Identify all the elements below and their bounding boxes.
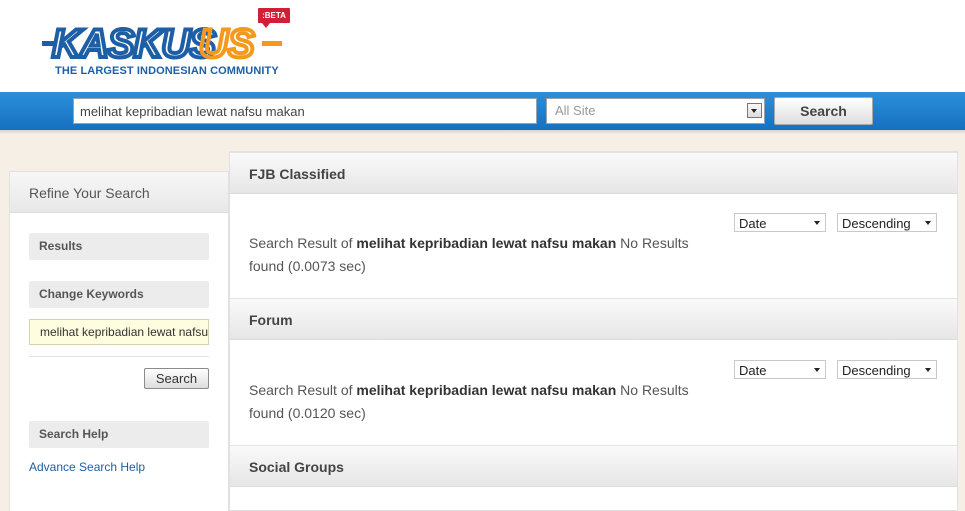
section-header-social-groups: Social Groups — [230, 445, 957, 487]
section-header-fjb: FJB Classified — [230, 152, 957, 194]
fjb-result-text: Search Result of melihat kepribadian lew… — [249, 232, 719, 278]
svg-text:KASKUS: KASKUS — [52, 22, 216, 62]
search-scope-value: All Site — [555, 103, 596, 118]
fjb-sort-order-select[interactable]: Descending — [837, 213, 937, 232]
search-query-input[interactable] — [73, 98, 537, 124]
search-bar: All Site Search — [0, 92, 965, 134]
section-title-social-groups: Social Groups — [249, 459, 344, 475]
forum-sort-by-value: Date — [739, 363, 767, 378]
site-header: KASKUS US :BETA THE LARGEST INDONESIAN C… — [0, 0, 965, 92]
results-heading[interactable]: Results — [29, 233, 209, 260]
sidebar-search-button[interactable]: Search — [144, 368, 209, 389]
section-title-forum: Forum — [249, 312, 293, 328]
forum-sort-order-select[interactable]: Descending — [837, 360, 937, 379]
search-help-heading: Search Help — [29, 421, 209, 448]
fjb-result-prefix: Search Result of — [249, 235, 357, 251]
dropdown-arrow-icon[interactable] — [747, 103, 762, 118]
fjb-result-query: melihat kepribadian lewat nafsu makan — [356, 235, 617, 251]
sidebar-divider — [29, 356, 209, 357]
logo-wordmark: KASKUS US — [42, 22, 282, 62]
section-title-fjb: FJB Classified — [249, 166, 346, 182]
fjb-sort-by-value: Date — [739, 216, 767, 231]
keyword-input[interactable] — [29, 319, 209, 345]
search-help-label: Search Help — [39, 427, 109, 441]
forum-sort-by-select[interactable]: Date — [734, 360, 826, 379]
change-keywords-heading: Change Keywords — [29, 281, 209, 308]
logo-tagline: THE LARGEST INDONESIAN COMMUNITY — [55, 65, 279, 77]
sidebar-title: Refine Your Search — [29, 185, 150, 201]
beta-badge: :BETA — [258, 8, 290, 28]
search-scope-select[interactable]: All Site — [546, 98, 765, 124]
advance-search-help-link[interactable]: Advance Search Help — [29, 460, 145, 474]
forum-sort-order-value: Descending — [842, 363, 911, 378]
forum-result-query: melihat kepribadian lewat nafsu makan — [356, 382, 617, 398]
svg-text:US: US — [199, 22, 255, 62]
results-panel: FJB Classified Date Descending Search Re… — [229, 151, 958, 511]
search-bar-shadow — [0, 130, 965, 134]
search-button[interactable]: Search — [774, 97, 873, 125]
fjb-sort-by-select[interactable]: Date — [734, 213, 826, 232]
section-header-forum: Forum — [230, 298, 957, 340]
fjb-sort-order-value: Descending — [842, 216, 911, 231]
results-heading-label: Results — [39, 239, 83, 253]
refine-search-sidebar: Refine Your Search Results Change Keywor… — [9, 171, 229, 511]
sidebar-header: Refine Your Search — [10, 172, 228, 213]
forum-result-prefix: Search Result of — [249, 382, 357, 398]
forum-result-text: Search Result of melihat kepribadian lew… — [249, 379, 719, 425]
change-keywords-label: Change Keywords — [39, 287, 144, 301]
kaskus-logo[interactable]: KASKUS US :BETA THE LARGEST INDONESIAN C… — [42, 8, 292, 80]
